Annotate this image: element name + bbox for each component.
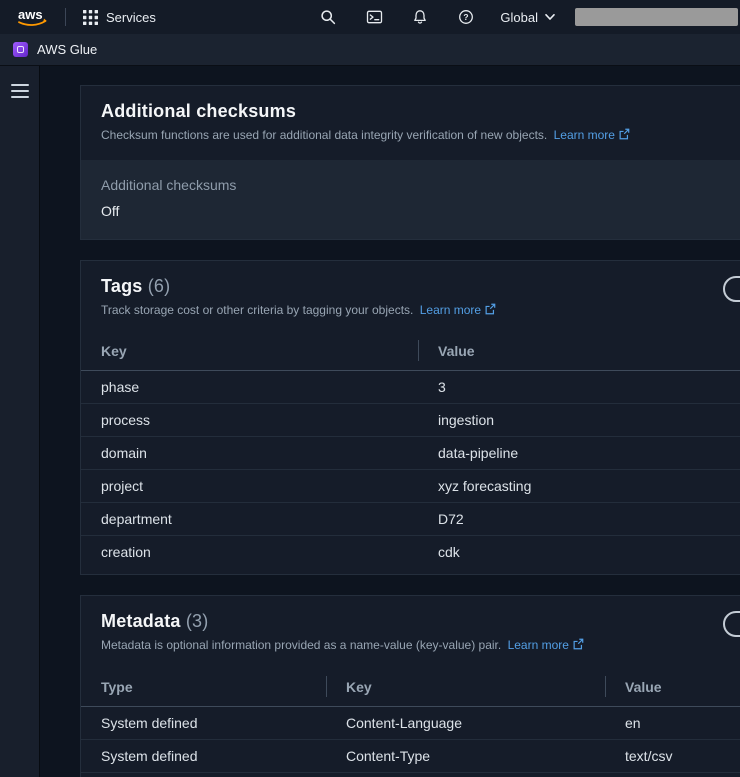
- services-grid-icon: [83, 10, 98, 25]
- service-breadcrumb-bar: AWS Glue: [0, 34, 740, 66]
- cell-type: System defined: [81, 739, 326, 772]
- panel-header: Metadata (3) Metadata is optional inform…: [81, 596, 740, 670]
- cell-key: domain: [81, 437, 418, 470]
- checksums-field-value: Off: [101, 203, 740, 219]
- table-row: domaindata-pipeline: [81, 437, 740, 470]
- section-description: Metadata is optional information provide…: [101, 638, 740, 654]
- region-selector[interactable]: Global: [498, 10, 557, 25]
- services-menu-button[interactable]: Services: [77, 6, 162, 29]
- topnav-right-group: ? Global: [314, 3, 738, 31]
- cell-value: en: [605, 706, 740, 739]
- cell-key: project: [81, 470, 418, 503]
- cell-key: department: [81, 503, 418, 536]
- cloudshell-button[interactable]: [360, 3, 388, 31]
- checksums-content: Additional checksums Off: [81, 160, 740, 239]
- search-icon: [320, 9, 336, 25]
- cell-value: cdk: [418, 536, 740, 569]
- metadata-panel: Metadata (3) Metadata is optional inform…: [80, 595, 740, 777]
- cell-key: phase: [81, 371, 418, 404]
- column-header-key: Key: [81, 334, 418, 371]
- aws-logo[interactable]: aws: [12, 6, 54, 28]
- cell-key: process: [81, 404, 418, 437]
- table-row: phase3: [81, 371, 740, 404]
- cell-type: System defined: [81, 772, 326, 777]
- app-title[interactable]: AWS Glue: [37, 42, 97, 57]
- cell-type: System defined: [81, 706, 326, 739]
- table-row: System definedContent-Typetext/csv: [81, 739, 740, 772]
- metadata-table: Type Key Value System definedContent-Lan…: [81, 670, 740, 777]
- cell-value: ingestion: [418, 404, 740, 437]
- table-header-row: Key Value: [81, 334, 740, 371]
- cell-value: xyz forecasting: [418, 470, 740, 503]
- panel-header: Tags (6) Track storage cost or other cri…: [81, 261, 740, 335]
- cell-value: D72: [418, 503, 740, 536]
- learn-more-link[interactable]: Learn more: [554, 128, 630, 142]
- section-description: Track storage cost or other criteria by …: [101, 303, 740, 319]
- svg-text:?: ?: [464, 12, 469, 22]
- help-button[interactable]: ?: [452, 3, 480, 31]
- learn-more-link[interactable]: Learn more: [420, 303, 496, 317]
- section-title: Additional checksums: [101, 101, 740, 122]
- hamburger-icon: [11, 83, 29, 99]
- learn-more-link[interactable]: Learn more: [508, 638, 584, 652]
- tags-panel: Tags (6) Track storage cost or other cri…: [80, 260, 740, 576]
- tags-count: (6): [148, 276, 171, 296]
- edit-metadata-button[interactable]: [723, 611, 740, 637]
- notifications-button[interactable]: [406, 3, 434, 31]
- region-label: Global: [500, 10, 538, 25]
- svg-text:aws: aws: [18, 7, 43, 22]
- external-link-icon: [618, 128, 630, 140]
- cell-key: Content-Language: [326, 706, 605, 739]
- top-navigation: aws Services: [0, 0, 740, 34]
- nav-divider: [65, 8, 66, 26]
- section-title: Metadata (3): [101, 611, 740, 632]
- column-header-type: Type: [81, 670, 326, 707]
- chevron-down-icon: [545, 14, 555, 20]
- search-button[interactable]: [314, 3, 342, 31]
- aws-logo-icon: aws: [16, 6, 50, 28]
- table-row: System definedContent-Languageen: [81, 706, 740, 739]
- column-header-value: Value: [605, 670, 740, 707]
- cell-key: Expires: [326, 772, 605, 777]
- table-header-row: Type Key Value: [81, 670, 740, 707]
- main-content: Additional checksums Checksum functions …: [40, 66, 740, 777]
- aws-glue-icon: [13, 42, 28, 57]
- cloudshell-terminal-icon: [366, 9, 383, 25]
- section-title: Tags (6): [101, 276, 740, 297]
- table-row: processingestion: [81, 404, 740, 437]
- services-label: Services: [106, 10, 156, 25]
- column-header-key: Key: [326, 670, 605, 707]
- additional-checksums-panel: Additional checksums Checksum functions …: [80, 85, 740, 240]
- table-row: System definedExpires2023-05-05: [81, 772, 740, 777]
- table-row: departmentD72: [81, 503, 740, 536]
- help-icon: ?: [458, 9, 474, 25]
- external-link-icon: [572, 638, 584, 650]
- tags-table: Key Value phase3 processingestion domain…: [81, 334, 740, 568]
- metadata-count: (3): [186, 611, 209, 631]
- side-navigation: [0, 66, 40, 777]
- cell-key: creation: [81, 536, 418, 569]
- account-menu-redacted[interactable]: [575, 8, 738, 26]
- cell-value: text/csv: [605, 739, 740, 772]
- external-link-icon: [484, 303, 496, 315]
- panel-header: Additional checksums Checksum functions …: [81, 86, 740, 160]
- table-row: creationcdk: [81, 536, 740, 569]
- checksums-field-label: Additional checksums: [101, 177, 740, 193]
- edit-tags-button[interactable]: [723, 276, 740, 302]
- cell-value: data-pipeline: [418, 437, 740, 470]
- cell-value: 3: [418, 371, 740, 404]
- section-description: Checksum functions are used for addition…: [101, 128, 740, 144]
- menu-toggle-button[interactable]: [9, 79, 31, 106]
- cell-value: 2023-05-05: [605, 772, 740, 777]
- column-header-value: Value: [418, 334, 740, 371]
- cell-key: Content-Type: [326, 739, 605, 772]
- table-row: projectxyz forecasting: [81, 470, 740, 503]
- bell-icon: [412, 9, 428, 25]
